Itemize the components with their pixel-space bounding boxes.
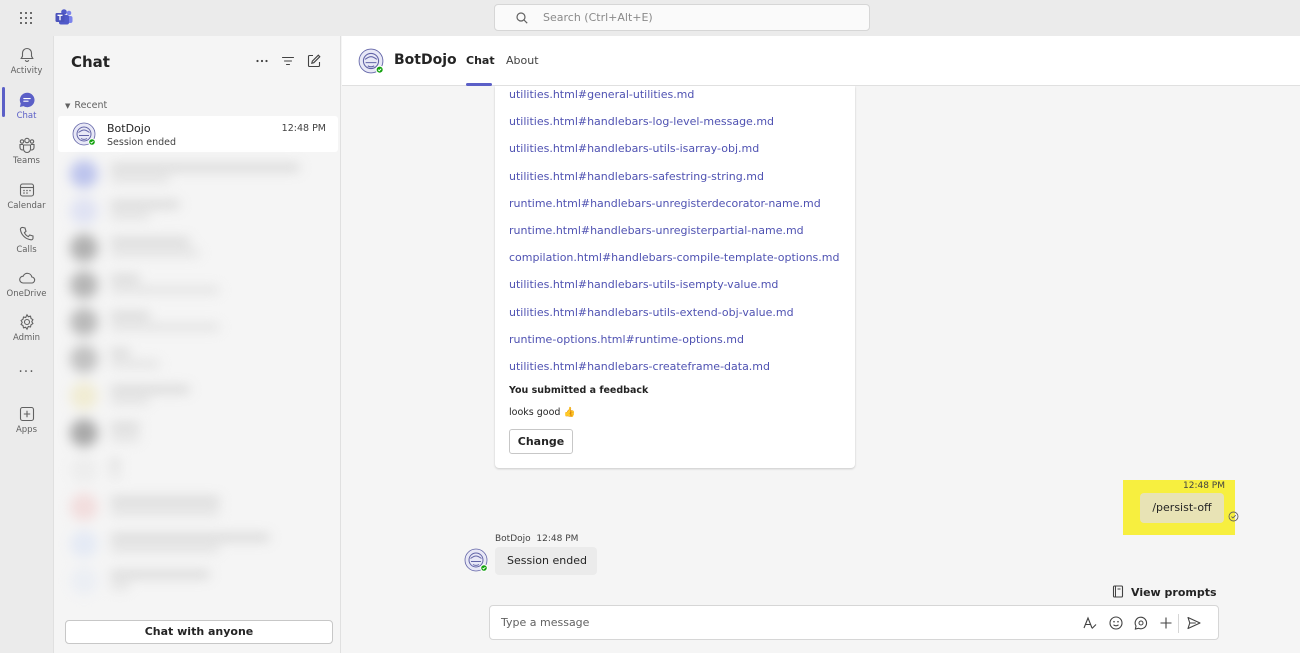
change-button[interactable]: Change [509,429,573,454]
chat-item-time: 12:48 PM [281,123,326,134]
conversation-header: BotDojo Chat About [342,36,1300,86]
card-link[interactable]: utilities.html#handlebars-createframe-da… [509,360,770,373]
conversation-title: BotDojo [394,52,457,68]
bot-message-bubble[interactable]: Session ended [495,547,597,575]
prompts-book-icon [1112,585,1124,598]
composer-divider [1178,614,1179,633]
card-link[interactable]: runtime.html#handlebars-unregisterpartia… [509,224,804,237]
compose-icon [307,54,321,68]
chat-list-pane: Chat ▼ Recent BotDojo 12:48 PM Session en… [53,36,341,653]
compose-placeholder: Type a message [501,616,590,629]
rail-item-apps[interactable]: Apps [0,399,53,443]
adaptive-card: utilities.html#general-utilities.md util… [495,86,855,468]
feedback-title: You submitted a feedback [509,385,649,396]
app-rail: Activity Chat Teams Calendar Calls OneDr… [0,36,53,653]
filter-button[interactable] [280,53,296,73]
conversation-pane: utilities.html#general-utilities.md util… [342,36,1300,653]
plus-icon[interactable] [1158,615,1174,631]
my-message-time: 12:48 PM [1183,481,1225,491]
emoji-icon[interactable] [1108,615,1124,631]
bot-message-meta: BotDojo 12:48 PM [495,534,578,544]
calendar-icon [19,183,34,197]
rail-item-teams[interactable]: Teams [0,130,53,174]
view-prompts-button[interactable]: View prompts [1131,586,1217,599]
my-message-bubble[interactable]: /persist-off [1140,493,1224,523]
card-link[interactable]: compilation.html#handlebars-compile-temp… [509,251,839,264]
rail-label: Calendar [7,201,46,211]
more-horizontal-icon [256,59,268,63]
chat-icon [19,92,35,108]
rail-label: Admin [12,333,41,343]
read-receipt-icon [1228,511,1239,522]
chat-list-title: Chat [71,53,110,71]
bot-message-sender: BotDojo [495,534,531,544]
card-link[interactable]: utilities.html#handlebars-utils-extend-o… [509,306,794,319]
caret-down-icon: ▼ [65,102,71,110]
bot-message-time: 12:48 PM [536,534,579,544]
format-icon[interactable] [1082,615,1098,631]
tab-about[interactable]: About [506,54,539,67]
top-bar: Search (Ctrl+Alt+E) [0,0,1300,36]
admin-gear-icon [19,313,34,331]
card-link[interactable]: utilities.html#handlebars-safestring-str… [509,170,764,183]
filter-icon [281,56,295,66]
recent-section-header[interactable]: ▼ Recent [65,100,107,111]
chat-list-item-botdojo[interactable]: BotDojo 12:48 PM Session ended [58,116,338,152]
chat-item-preview: Session ended [107,137,177,148]
rail-label: Activity [10,66,43,76]
send-icon[interactable] [1186,615,1202,631]
feedback-text: looks good 👍 [509,407,576,418]
rail-item-calls[interactable]: Calls [0,219,53,263]
chat-with-anyone-button[interactable]: Chat with anyone [65,620,333,644]
rail-item-calendar[interactable]: Calendar [0,175,53,219]
rail-label: Apps [15,425,38,435]
loop-icon[interactable] [1133,615,1149,631]
card-link[interactable]: utilities.html#general-utilities.md [509,88,694,101]
rail-item-onedrive[interactable]: OneDrive [0,263,53,307]
botdojo-avatar [72,122,96,146]
rail-label: Calls [16,245,37,255]
more-icon: ... [18,360,35,376]
blurred-chat-list [60,154,332,610]
teams-logo-icon [55,9,73,25]
card-link[interactable]: runtime-options.html#runtime-options.md [509,333,744,346]
card-link[interactable]: runtime.html#handlebars-unregisterdecora… [509,197,821,210]
card-link[interactable]: utilities.html#handlebars-utils-isempty-… [509,278,778,291]
bell-icon [19,47,34,62]
add-square-icon [19,406,34,422]
active-tab-indicator [466,83,492,86]
cloud-icon [18,272,35,284]
search-input[interactable]: Search (Ctrl+Alt+E) [494,4,870,31]
more-options-button[interactable] [254,53,270,73]
rail-item-activity[interactable]: Activity [0,40,53,84]
new-chat-button[interactable] [306,53,322,73]
search-placeholder: Search (Ctrl+Alt+E) [543,11,653,24]
rail-label: OneDrive [6,289,47,299]
botdojo-avatar [464,548,488,572]
phone-icon [19,226,34,241]
message-composer[interactable]: Type a message [489,605,1219,640]
rail-item-chat[interactable]: Chat [0,85,53,129]
recent-label: Recent [74,100,108,111]
rail-label: Teams [13,156,40,166]
chat-item-name: BotDojo [107,122,151,135]
botdojo-avatar [358,48,384,74]
rail-item-more[interactable]: ... [0,358,53,386]
search-icon [516,12,528,24]
rail-item-admin[interactable]: Admin [0,307,53,351]
tab-chat[interactable]: Chat [466,54,495,67]
app-launcher-icon[interactable] [19,11,33,25]
card-link[interactable]: utilities.html#handlebars-utils-isarray-… [509,142,759,155]
teams-icon [18,137,35,154]
card-link[interactable]: utilities.html#handlebars-log-level-mess… [509,115,774,128]
rail-label: Chat [16,111,37,121]
